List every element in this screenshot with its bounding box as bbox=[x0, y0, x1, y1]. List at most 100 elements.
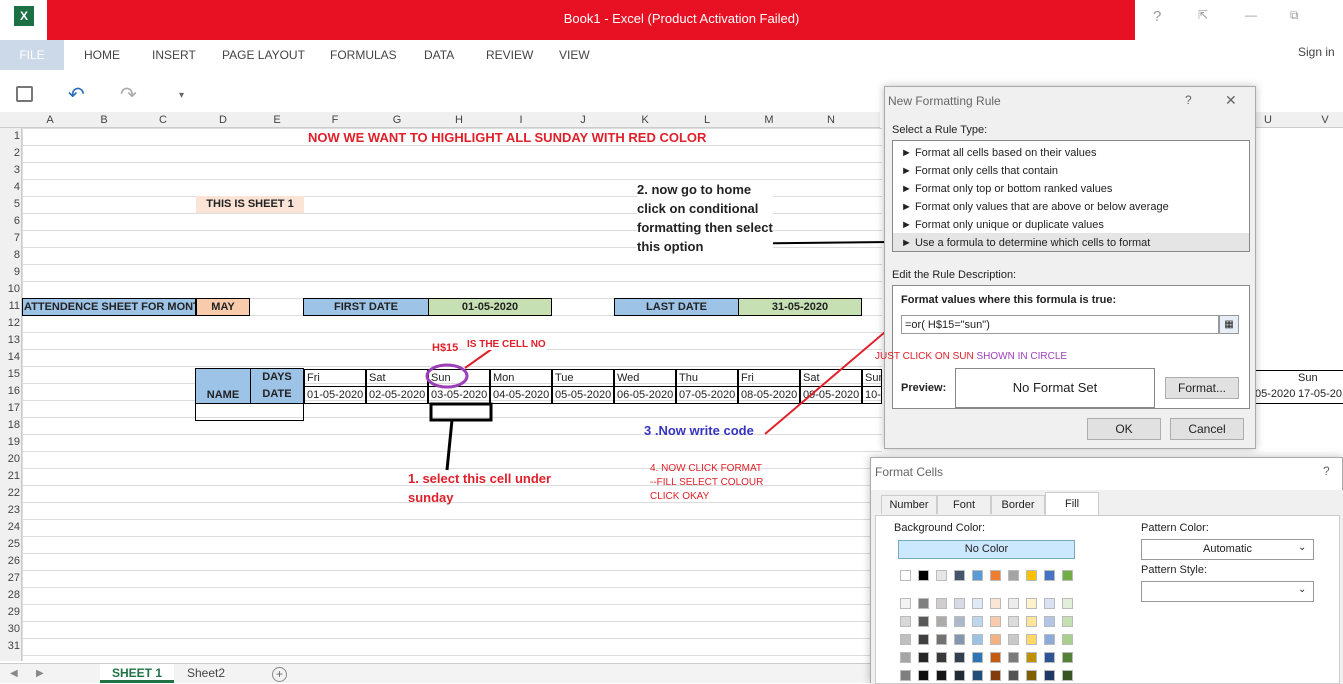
rule-type-item[interactable]: ► Format all cells based on their values bbox=[901, 147, 1097, 159]
color-swatch[interactable] bbox=[1062, 652, 1073, 663]
rule-type-item[interactable]: ► Format only cells that contain bbox=[901, 165, 1058, 177]
color-swatch[interactable] bbox=[918, 570, 929, 581]
color-swatch[interactable] bbox=[1026, 652, 1037, 663]
color-swatch[interactable] bbox=[1026, 570, 1037, 581]
color-swatch[interactable] bbox=[954, 634, 965, 645]
color-swatch[interactable] bbox=[954, 670, 965, 681]
chevron-down-icon[interactable]: ⌄ bbox=[1298, 584, 1306, 595]
color-swatch[interactable] bbox=[900, 670, 911, 681]
color-swatch[interactable] bbox=[936, 670, 947, 681]
tab-number[interactable]: Number bbox=[881, 495, 937, 514]
color-swatch[interactable] bbox=[1044, 652, 1055, 663]
preview-box: No Format Set bbox=[955, 368, 1155, 408]
range-picker-icon[interactable]: ▦ bbox=[1219, 315, 1239, 334]
color-swatch[interactable] bbox=[1044, 634, 1055, 645]
close-icon[interactable]: ✕ bbox=[1225, 92, 1237, 109]
selected-cell-box bbox=[429, 402, 493, 422]
color-swatch[interactable] bbox=[1008, 634, 1019, 645]
color-swatch[interactable] bbox=[1044, 670, 1055, 681]
rule-type-item[interactable]: ► Format only values that are above or b… bbox=[901, 201, 1169, 213]
rule-type-item-selected[interactable]: ► Use a formula to determine which cells… bbox=[901, 237, 1150, 249]
color-swatch[interactable] bbox=[900, 652, 911, 663]
next-sheet-icon[interactable]: ▶ bbox=[36, 668, 44, 679]
cancel-button[interactable]: Cancel bbox=[1170, 418, 1244, 440]
color-swatch[interactable] bbox=[990, 598, 1001, 609]
color-swatch[interactable] bbox=[990, 652, 1001, 663]
pattern-color-select[interactable]: Automatic bbox=[1141, 539, 1314, 560]
color-swatch[interactable] bbox=[1026, 634, 1037, 645]
color-swatch[interactable] bbox=[936, 616, 947, 627]
color-swatch[interactable] bbox=[1044, 570, 1055, 581]
color-swatch[interactable] bbox=[900, 616, 911, 627]
help-icon[interactable]: ? bbox=[1323, 464, 1330, 478]
color-swatch[interactable] bbox=[1008, 616, 1019, 627]
color-swatch[interactable] bbox=[1008, 570, 1019, 581]
color-swatch[interactable] bbox=[918, 616, 929, 627]
sun-circle-annotation bbox=[425, 363, 469, 389]
color-swatch[interactable] bbox=[918, 598, 929, 609]
prev-sheet-icon[interactable]: ◀ bbox=[10, 668, 18, 679]
rule-type-item[interactable]: ► Format only unique or duplicate values bbox=[901, 219, 1104, 231]
click-sun-text: JUST CLICK ON SUN bbox=[875, 351, 974, 362]
color-swatch[interactable] bbox=[954, 652, 965, 663]
color-swatch[interactable] bbox=[900, 634, 911, 645]
color-swatch[interactable] bbox=[1044, 616, 1055, 627]
step1-arrow bbox=[445, 419, 454, 471]
add-sheet-icon[interactable]: + bbox=[272, 667, 287, 682]
format-button[interactable]: Format... bbox=[1165, 377, 1239, 399]
color-swatch[interactable] bbox=[1062, 570, 1073, 581]
color-swatch[interactable] bbox=[972, 598, 983, 609]
color-swatch[interactable] bbox=[972, 670, 983, 681]
color-swatch[interactable] bbox=[972, 616, 983, 627]
step2-line: this option bbox=[637, 239, 704, 254]
color-swatch[interactable] bbox=[954, 598, 965, 609]
step4-text: 4. NOW CLICK FORMAT --FILL SELECT COLOUR… bbox=[650, 462, 763, 504]
tab-border[interactable]: Border bbox=[991, 495, 1045, 514]
color-swatch[interactable] bbox=[936, 598, 947, 609]
color-swatch[interactable] bbox=[954, 616, 965, 627]
color-swatch[interactable] bbox=[1062, 616, 1073, 627]
chevron-down-icon[interactable]: ⌄ bbox=[1298, 542, 1306, 553]
rule-type-list: ► Format all cells based on their values… bbox=[892, 140, 1250, 252]
color-swatch[interactable] bbox=[1026, 616, 1037, 627]
color-swatch[interactable] bbox=[1026, 670, 1037, 681]
color-swatch[interactable] bbox=[936, 652, 947, 663]
color-swatch[interactable] bbox=[900, 570, 911, 581]
color-swatch[interactable] bbox=[918, 634, 929, 645]
color-swatch[interactable] bbox=[936, 634, 947, 645]
formula-input[interactable]: =or( H$15="sun") bbox=[901, 315, 1219, 334]
color-swatch[interactable] bbox=[990, 670, 1001, 681]
tab-font[interactable]: Font bbox=[937, 495, 991, 514]
sheet-tab-1[interactable]: SHEET 1 bbox=[100, 664, 174, 683]
color-swatch[interactable] bbox=[972, 634, 983, 645]
color-swatch[interactable] bbox=[972, 570, 983, 581]
color-swatch[interactable] bbox=[1008, 598, 1019, 609]
color-swatch[interactable] bbox=[918, 670, 929, 681]
tab-fill[interactable]: Fill bbox=[1045, 492, 1099, 515]
no-color-button[interactable]: No Color bbox=[898, 540, 1075, 559]
color-swatch[interactable] bbox=[954, 570, 965, 581]
color-swatch[interactable] bbox=[990, 570, 1001, 581]
color-swatch[interactable] bbox=[1008, 670, 1019, 681]
color-swatch[interactable] bbox=[1062, 670, 1073, 681]
color-swatch[interactable] bbox=[1008, 652, 1019, 663]
color-swatch[interactable] bbox=[936, 570, 947, 581]
step4-line: --FILL SELECT COLOUR bbox=[650, 477, 764, 488]
rule-type-item[interactable]: ► Format only top or bottom ranked value… bbox=[901, 183, 1112, 195]
h15-annotation: H$15 bbox=[432, 342, 459, 354]
color-swatch[interactable] bbox=[1044, 598, 1055, 609]
sheet-tab-2[interactable]: Sheet2 bbox=[176, 664, 236, 683]
color-swatch[interactable] bbox=[900, 598, 911, 609]
color-swatch[interactable] bbox=[990, 616, 1001, 627]
shown-in-circle-text: SHOWN IN CIRCLE bbox=[976, 351, 1068, 362]
color-swatch[interactable] bbox=[972, 652, 983, 663]
pattern-color-label: Pattern Color: bbox=[1141, 522, 1209, 534]
color-swatch[interactable] bbox=[1062, 598, 1073, 609]
ok-button[interactable]: OK bbox=[1087, 418, 1161, 440]
pattern-style-select[interactable] bbox=[1141, 581, 1314, 602]
color-swatch[interactable] bbox=[990, 634, 1001, 645]
color-swatch[interactable] bbox=[1062, 634, 1073, 645]
help-icon[interactable]: ? bbox=[1185, 93, 1192, 107]
color-swatch[interactable] bbox=[918, 652, 929, 663]
color-swatch[interactable] bbox=[1026, 598, 1037, 609]
